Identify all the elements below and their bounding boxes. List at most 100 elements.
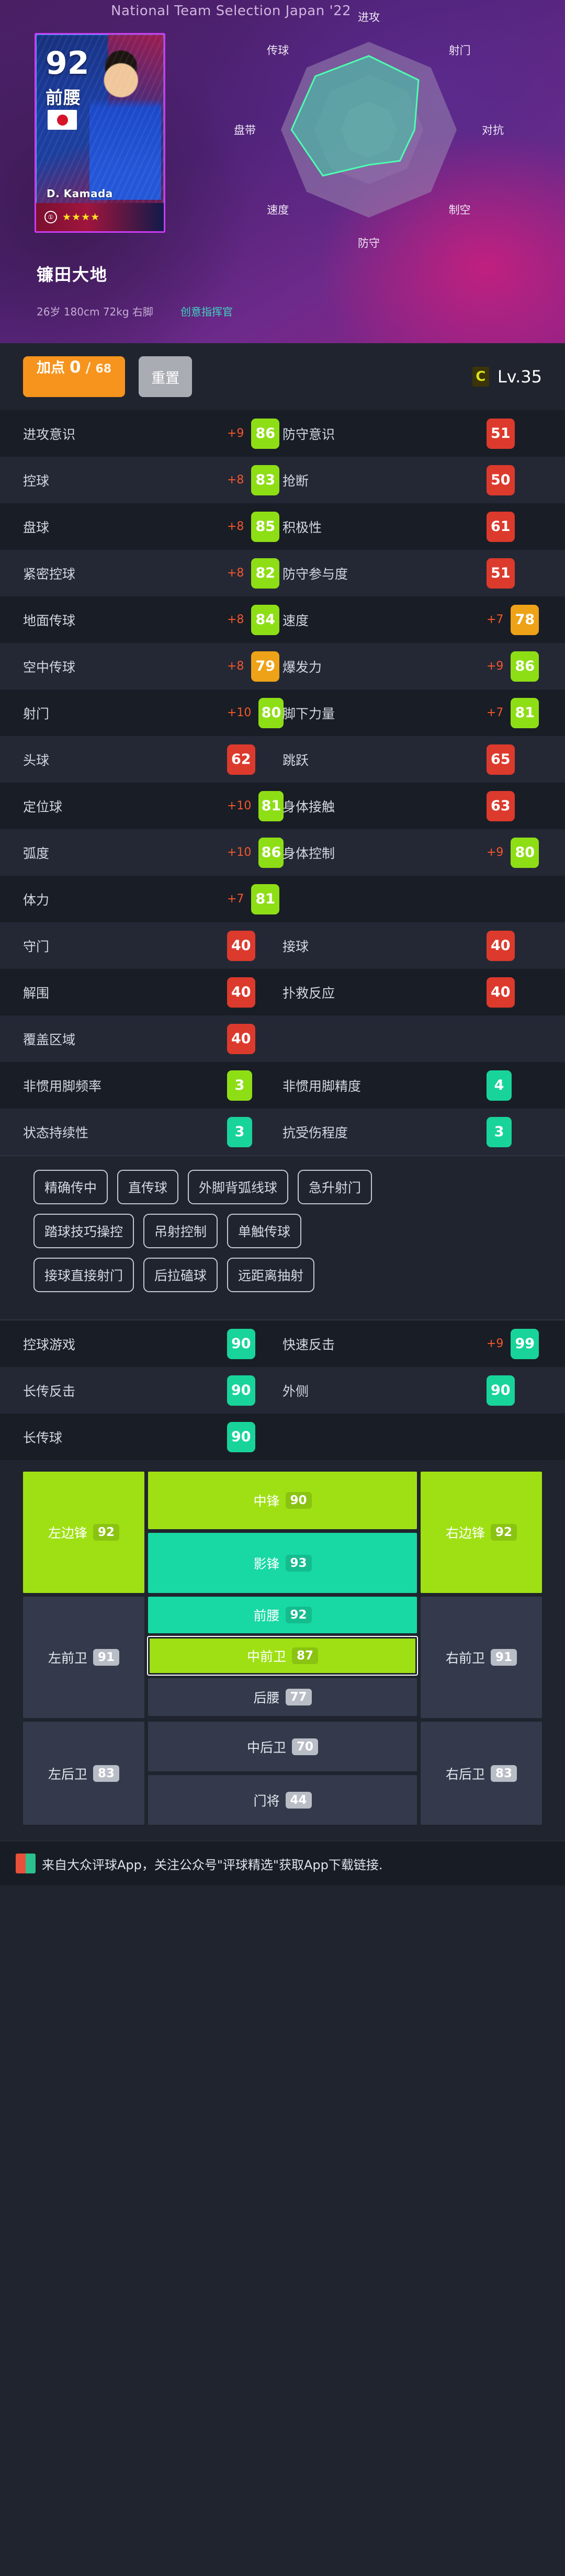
table-row: 覆盖区域 40 — [0, 1015, 565, 1062]
stat-value: 90 — [227, 1328, 255, 1359]
position-score: 92 — [93, 1524, 120, 1541]
stat-value-group: +10 81 — [227, 790, 284, 821]
reset-button[interactable]: 重置 — [139, 356, 193, 397]
stat-value-group: 90 — [487, 1375, 542, 1406]
stat-label: 身体接触 — [282, 799, 335, 815]
stat-value-group: +7 78 — [487, 604, 542, 635]
position-cell-rb[interactable]: 右后卫 83 — [421, 1722, 542, 1825]
points-separator: / — [85, 360, 91, 376]
skill-tag[interactable]: 吊射控制 — [143, 1214, 218, 1248]
player-meta: 26岁 180cm 72kg 右脚 — [37, 306, 153, 318]
stat-label: 身体控制 — [282, 845, 335, 861]
stat-cell-left: 状态持续性 3 — [23, 1116, 282, 1147]
stat-value-group: 3 — [487, 1116, 542, 1147]
stat-value-group: 90 — [227, 1328, 282, 1359]
table-row: 体力 +7 81 — [0, 876, 565, 922]
position-label: 前腰 — [253, 1608, 280, 1623]
stat-label: 覆盖区域 — [23, 1032, 76, 1047]
stat-label: 非惯用脚频率 — [23, 1078, 102, 1094]
stat-bonus: +7 — [487, 613, 504, 626]
stat-value-group: 51 — [487, 418, 542, 449]
position-label: 门将 — [253, 1793, 280, 1809]
skill-tag[interactable]: 急升射门 — [298, 1170, 372, 1204]
hero-banner: National Team Selection Japan '22 92 前腰 … — [0, 0, 565, 343]
stat-value: 40 — [227, 930, 255, 961]
skill-tag[interactable]: 直传球 — [117, 1170, 179, 1204]
stat-value: 3 — [227, 1116, 252, 1147]
stat-label: 扑救反应 — [282, 985, 335, 1001]
stat-value: 81 — [258, 790, 284, 821]
stat-cell-right: 外侧 90 — [282, 1375, 542, 1406]
stat-value-group: +8 84 — [227, 604, 282, 635]
table-row: 长传球 90 — [0, 1414, 565, 1460]
stat-cell-right: 抗受伤程度 3 — [282, 1116, 542, 1147]
add-points-button[interactable]: 加点 0 / 68 — [23, 356, 126, 397]
position-cell-rmf[interactable]: 右前卫 91 — [421, 1597, 542, 1718]
stat-bonus: +10 — [227, 846, 252, 859]
stat-cell-left: 解围 40 — [23, 977, 282, 1008]
stat-cell-right: 扑救反应 40 — [282, 977, 542, 1008]
stat-value-group: +9 99 — [487, 1328, 542, 1359]
stat-value: 81 — [251, 884, 280, 914]
app-promo-footer: 来自大众评球App，关注公众号"评球精选"获取App下载链接. — [0, 1840, 565, 1885]
card-rating: 92 — [46, 45, 89, 82]
table-row: 头球 62 跳跃 65 — [0, 736, 565, 783]
points-toolbar: 加点 0 / 68 重置 C Lv.35 — [0, 343, 565, 410]
stat-value-group: 65 — [487, 744, 542, 775]
stat-value-group: +9 86 — [227, 418, 282, 449]
stat-cell-right: 速度 +7 78 — [282, 604, 542, 635]
position-cell-cf[interactable]: 中锋 90 — [148, 1472, 417, 1529]
radar-axis-label: 传球 — [267, 44, 289, 57]
skill-tag[interactable]: 外脚背弧线球 — [188, 1170, 289, 1204]
table-row: 弧度 +10 86 身体控制 +9 80 — [0, 829, 565, 876]
position-grid-wrap: 左边锋 92 中锋 90 影锋 93 右边锋 92 左前卫 91 前腰 92 中前卫 87 后… — [0, 1460, 565, 1840]
stat-cell-right: 防守意识 51 — [282, 418, 542, 449]
stat-label: 防守意识 — [282, 426, 335, 442]
table-row: 状态持续性 3 抗受伤程度 3 — [0, 1109, 565, 1155]
stat-label: 进攻意识 — [23, 426, 76, 442]
position-cell-lw[interactable]: 左边锋 92 — [23, 1472, 144, 1593]
add-points-label: 加点 — [37, 360, 65, 376]
position-cell-cb[interactable]: 中后卫 70 — [148, 1722, 417, 1771]
skill-tag[interactable]: 单触传球 — [227, 1214, 302, 1248]
position-cell-gk[interactable]: 门将 44 — [148, 1775, 417, 1825]
skill-tag[interactable]: 踏球技巧操控 — [33, 1214, 134, 1248]
stat-value-group: 3 — [227, 1116, 282, 1147]
stat-value-group: +8 83 — [227, 465, 282, 495]
position-cell-ss[interactable]: 影锋 93 — [148, 1533, 417, 1593]
position-label: 左前卫 — [48, 1651, 87, 1666]
stat-cell-left: 控球游戏 90 — [23, 1328, 282, 1359]
position-cell-amf[interactable]: 前腰 92 — [148, 1597, 417, 1633]
position-cell-dmf[interactable]: 后腰 77 — [148, 1678, 417, 1716]
attribute-radar-chart: 进攻 射门 对抗 制空 防守 速度 盘带 传球 — [234, 11, 504, 250]
position-cell-rw[interactable]: 右边锋 92 — [421, 1472, 542, 1593]
position-cell-lb[interactable]: 左后卫 83 — [23, 1722, 144, 1825]
player-card[interactable]: 92 前腰 D. Kamada ① ★★★★ — [35, 33, 165, 233]
skill-tag[interactable]: 精确传中 — [33, 1170, 108, 1204]
skill-tag[interactable]: 远距离抽射 — [227, 1258, 315, 1292]
stat-value: 63 — [487, 790, 515, 821]
position-cell-lmf[interactable]: 左前卫 91 — [23, 1597, 144, 1718]
position-cell-cmf[interactable]: 中前卫 87 — [148, 1637, 417, 1675]
radar-axis-label: 防守 — [358, 237, 380, 250]
radar-axis-label: 射门 — [449, 44, 471, 57]
stat-label: 盘球 — [23, 519, 50, 535]
card-player-name: D. Kamada — [47, 187, 113, 200]
skill-tag[interactable]: 后拉磕球 — [143, 1258, 218, 1292]
footer-text: 来自大众评球App，关注公众号"评球精选"获取App下载链接. — [42, 1857, 383, 1872]
stat-label: 跳跃 — [282, 752, 309, 768]
player-name: 镰田大地 — [37, 265, 108, 285]
skill-tag[interactable]: 接球直接射门 — [33, 1258, 134, 1292]
stat-label: 接球 — [282, 939, 309, 954]
stat-value: 79 — [251, 651, 280, 682]
stat-value-group: +9 80 — [487, 837, 542, 868]
stat-label: 速度 — [282, 613, 309, 628]
table-row: 紧密控球 +8 82 防守参与度 51 — [0, 550, 565, 596]
stat-label: 长传反击 — [23, 1383, 76, 1399]
stat-value: 86 — [258, 837, 284, 868]
stat-label: 体力 — [23, 892, 50, 908]
position-score: 87 — [292, 1647, 319, 1664]
stat-value-group: +7 81 — [487, 697, 542, 728]
stat-cell-right: 接球 40 — [282, 930, 542, 961]
stat-value: 51 — [487, 418, 515, 449]
